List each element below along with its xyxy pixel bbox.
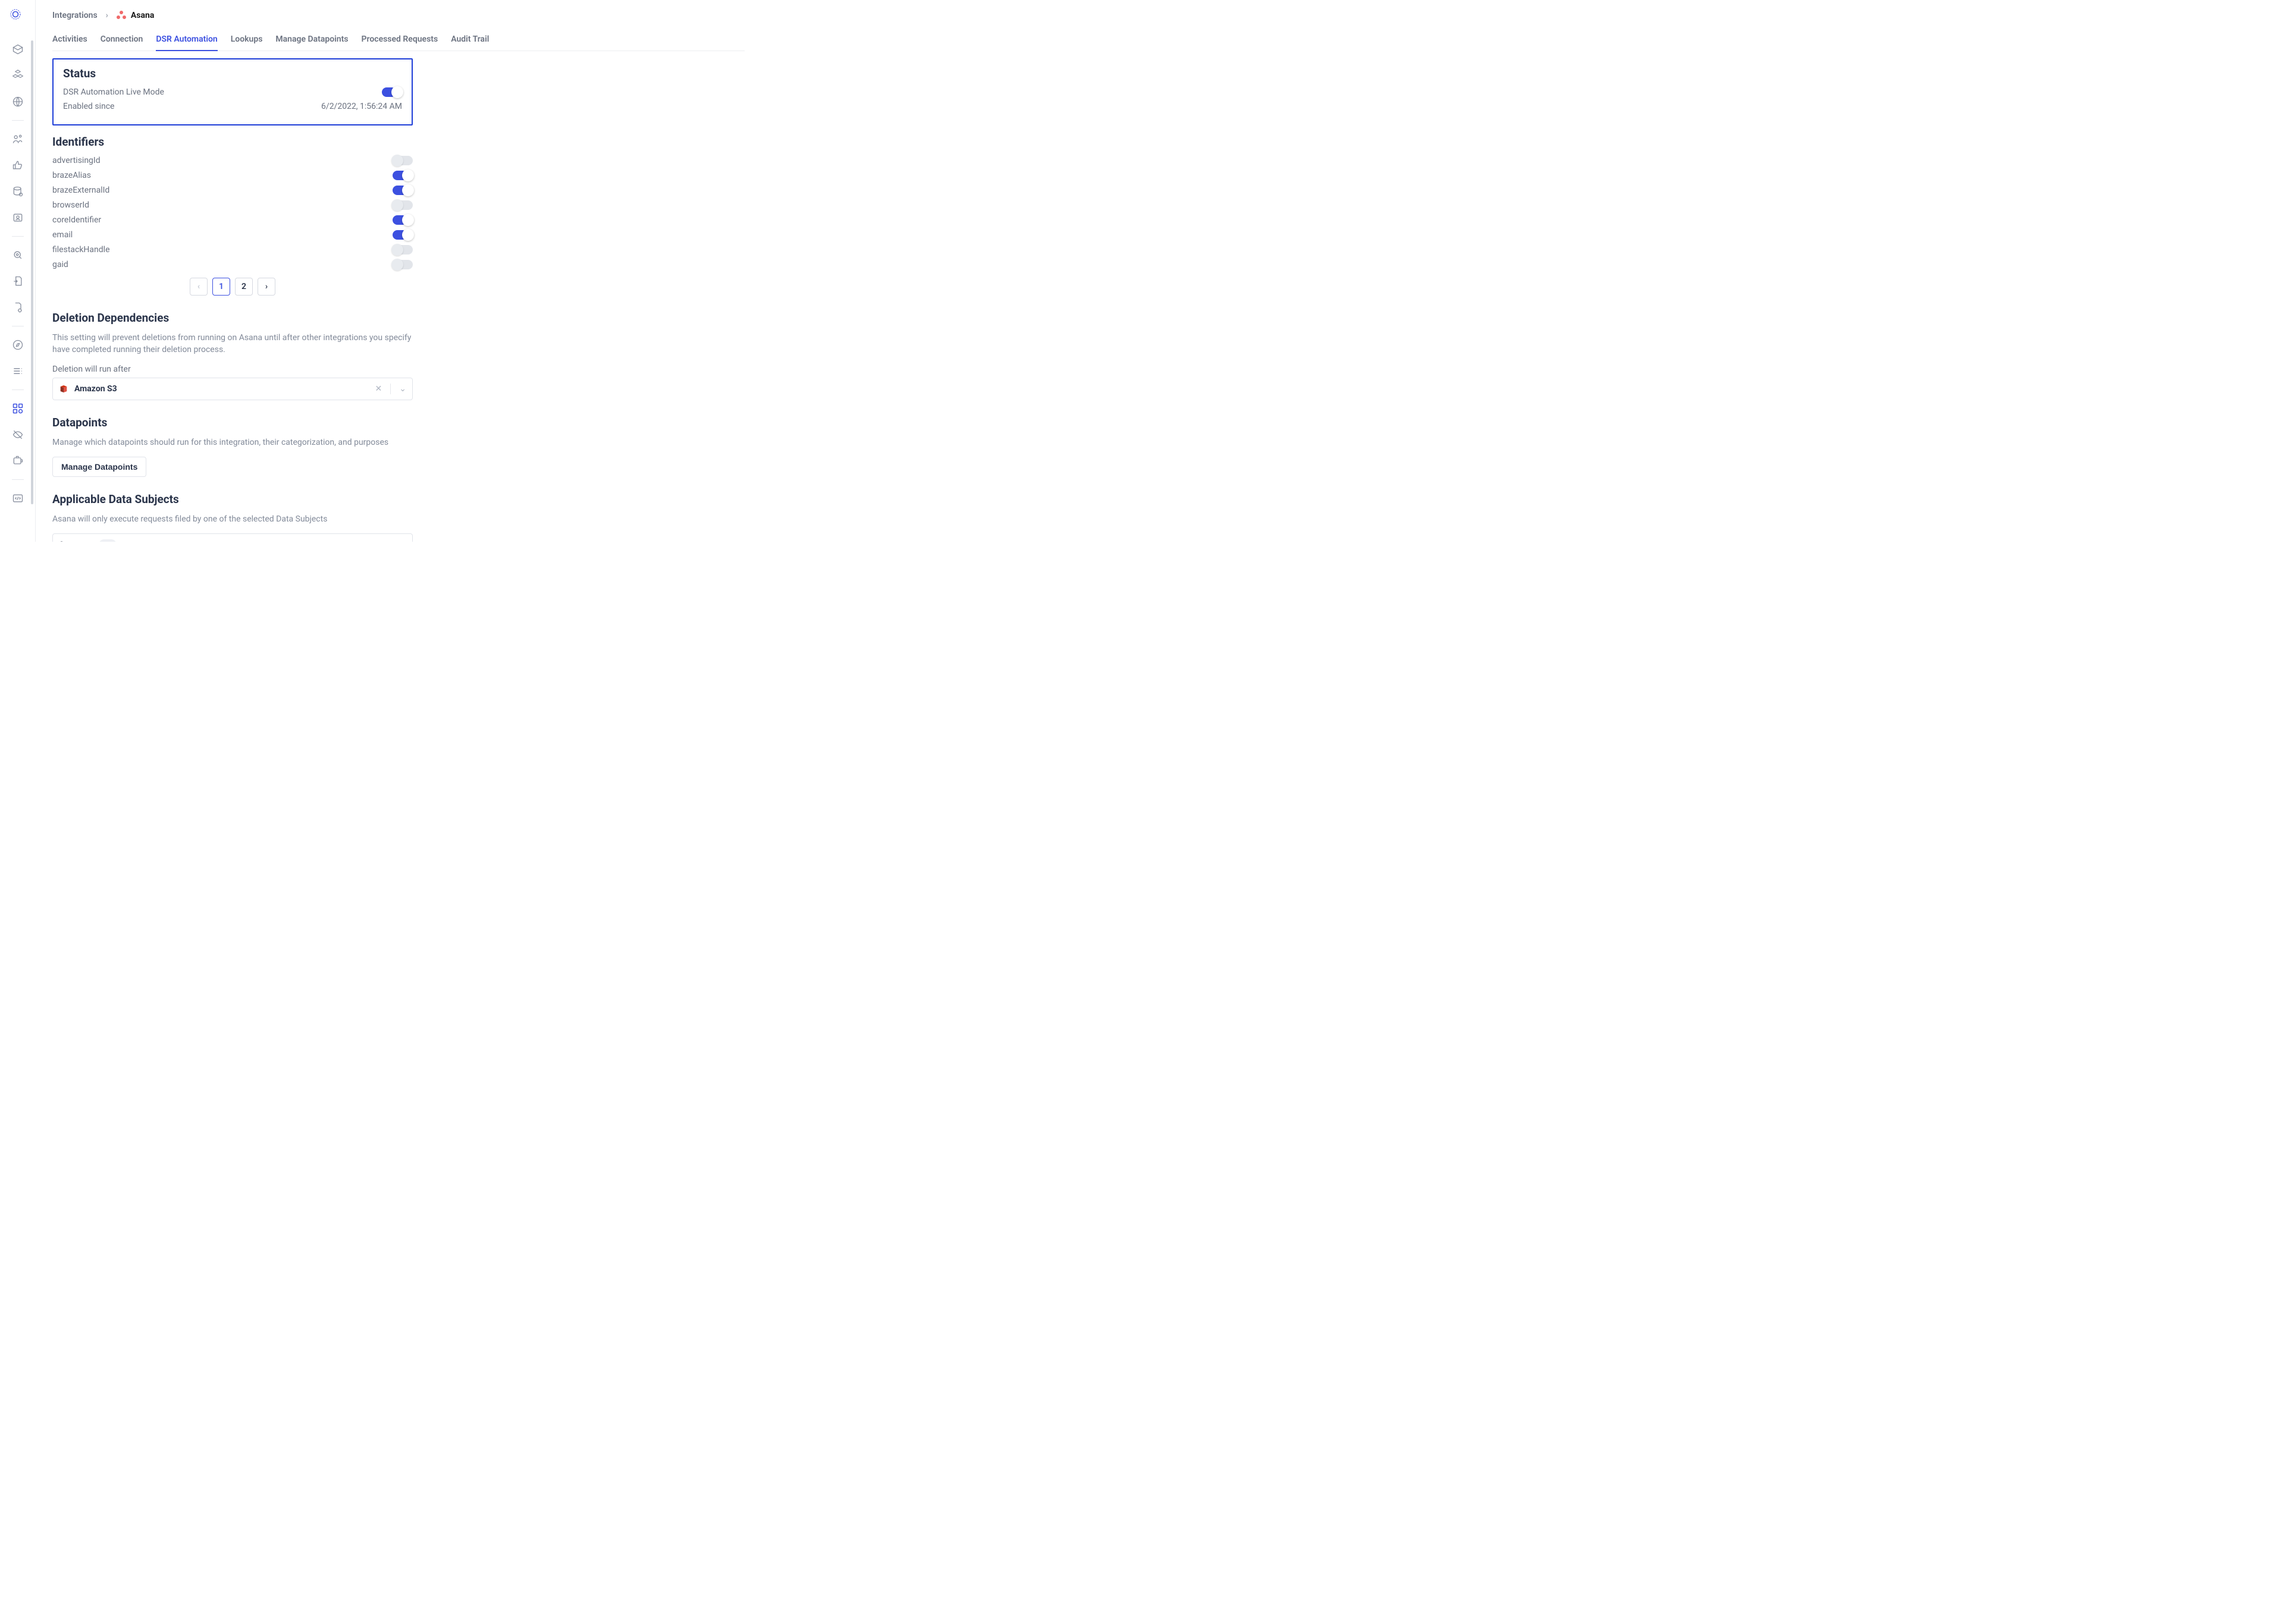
nav-box-icon[interactable] [6,37,30,61]
identifier-toggle-brazeexternalid[interactable] [393,186,413,195]
chevron-right-icon: › [106,11,108,20]
nav-cubes-icon[interactable] [6,64,30,87]
sidebar-divider [12,120,24,121]
page-next[interactable]: › [258,278,275,296]
nav-doc-gear-icon[interactable] [6,296,30,319]
clear-icon[interactable]: ✕ [375,384,382,394]
tab-processed-requests[interactable]: Processed Requests [362,31,438,51]
identifier-toggle-filestackhandle[interactable] [393,245,413,255]
breadcrumb-current-label: Asana [131,11,154,20]
deletion-field-label: Deletion will run after [52,365,413,374]
identifier-label: gaid [52,260,68,269]
sidebar-scrollbar[interactable] [31,40,33,504]
nav-integrations-icon[interactable] [6,397,30,420]
nav-eye-off-icon[interactable] [6,423,30,447]
tab-dsr-automation[interactable]: DSR Automation [156,31,217,51]
identifier-label: filestackHandle [52,245,110,255]
identifier-toggle-browserid[interactable] [393,200,413,210]
nav-puzzle-icon[interactable] [6,449,30,473]
identifiers-section: Identifiers advertisingId brazeAlias bra… [52,135,413,296]
status-title: Status [63,67,402,80]
identifier-toggle-coreidentifier[interactable] [393,215,413,225]
status-since-value: 6/2/2022, 1:56:24 AM [321,102,402,111]
identifiers-title: Identifiers [52,135,413,149]
subjects-title: Applicable Data Subjects [52,492,413,506]
tab-connection[interactable]: Connection [101,31,143,51]
page-1[interactable]: 1 [212,278,230,296]
breadcrumb-root[interactable]: Integrations [52,11,98,20]
asana-icon [117,11,126,20]
nav-globe-icon[interactable] [6,90,30,114]
breadcrumb: Integrations › Asana [52,11,745,20]
identifier-label: brazeExternalId [52,186,109,195]
tab-audit-trail[interactable]: Audit Trail [451,31,489,51]
nav-search-doc-icon[interactable] [6,243,30,267]
nav-list-icon[interactable] [6,359,30,383]
main-content: Integrations › Asana Activities Connecti… [36,0,761,542]
tab-activities[interactable]: Activities [52,31,87,51]
datapoints-desc: Manage which datapoints should run for t… [52,436,413,448]
deletion-select[interactable]: Amazon S3 ✕ ⌄ [52,378,413,400]
tabs: Activities Connection DSR Automation Loo… [52,31,745,51]
identifier-toggle-brazealias[interactable] [393,171,413,180]
deletion-desc: This setting will prevent deletions from… [52,332,413,356]
manage-datapoints-button[interactable]: Manage Datapoints [52,457,146,477]
page-prev[interactable]: ‹ [190,278,208,296]
identifier-label: browserId [52,200,89,210]
identifier-label: email [52,230,73,240]
identifiers-pagination: ‹ 1 2 › [52,278,413,296]
identifier-label: coreIdentifier [52,215,101,225]
sidebar-divider [12,479,24,480]
nav-code-icon[interactable] [6,486,30,510]
datapoints-section: Datapoints Manage which datapoints shoul… [52,416,413,477]
subjects-tag: Customer [59,541,93,542]
sidebar [0,0,36,542]
status-live-label: DSR Automation Live Mode [63,87,164,97]
deletion-selected-value: Amazon S3 [74,384,117,394]
subjects-section: Applicable Data Subjects Asana will only… [52,492,413,542]
identifier-toggle-gaid[interactable] [393,260,413,269]
chevron-down-icon[interactable]: ⌄ [399,540,406,542]
nav-id-icon[interactable] [6,206,30,230]
identifier-toggle-advertisingid[interactable] [393,156,413,165]
subjects-desc: Asana will only execute requests filed b… [52,513,413,525]
chevron-down-icon[interactable]: ⌄ [399,384,406,394]
identifier-toggle-email[interactable] [393,230,413,240]
subjects-extra-badge: +2 [99,539,116,542]
nav-people-icon[interactable] [6,127,30,151]
tab-manage-datapoints[interactable]: Manage Datapoints [275,31,348,51]
deletion-section: Deletion Dependencies This setting will … [52,311,413,400]
subjects-select[interactable]: Customer +2 ⌄ [52,533,413,542]
nav-doc-in-icon[interactable] [6,269,30,293]
select-divider [390,384,391,394]
app-logo [10,8,26,25]
sidebar-divider [12,389,24,390]
nav-thumbs-icon[interactable] [6,153,30,177]
amazon-s3-icon [59,384,68,394]
breadcrumb-current: Asana [117,11,154,20]
datapoints-title: Datapoints [52,416,413,429]
status-since-label: Enabled since [63,102,114,111]
identifier-label: advertisingId [52,156,101,165]
page-2[interactable]: 2 [235,278,253,296]
status-panel: Status DSR Automation Live Mode Enabled … [52,58,413,125]
nav-compass-icon[interactable] [6,333,30,357]
tab-lookups[interactable]: Lookups [231,31,263,51]
deletion-title: Deletion Dependencies [52,311,413,325]
sidebar-divider [12,236,24,237]
nav-database-icon[interactable] [6,180,30,203]
status-live-toggle[interactable] [382,87,402,97]
identifier-label: brazeAlias [52,171,91,180]
